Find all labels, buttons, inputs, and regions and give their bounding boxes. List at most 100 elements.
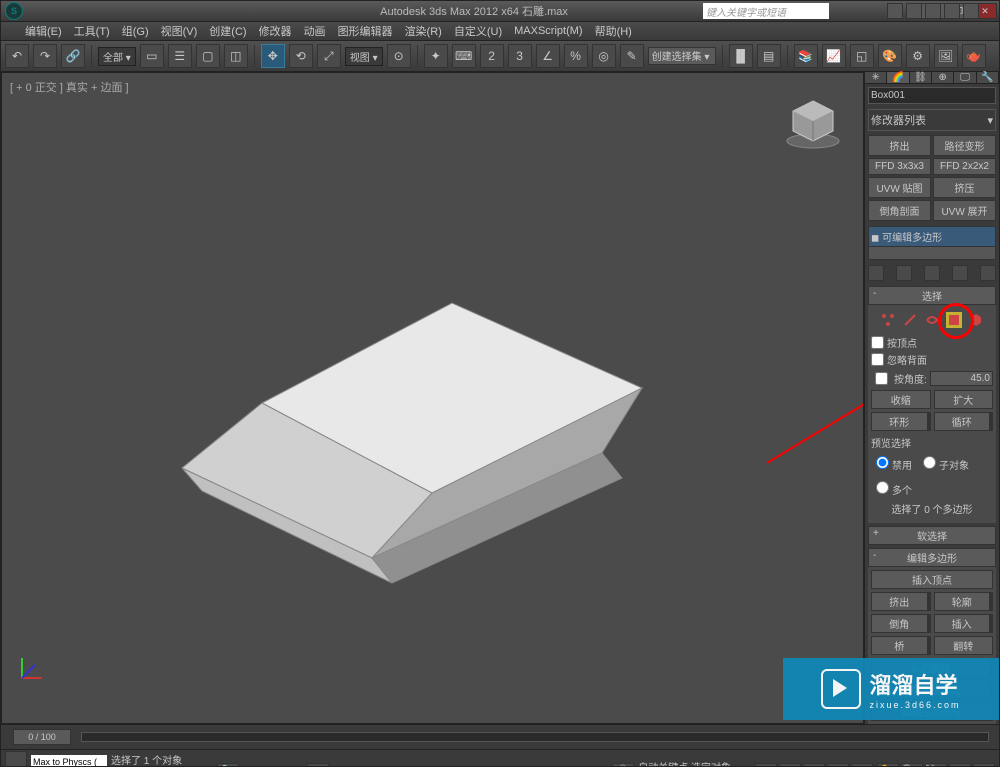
menu-animation[interactable]: 动画 xyxy=(304,23,326,39)
help2-icon[interactable] xyxy=(963,3,979,19)
select-region-button[interactable]: ▢ xyxy=(196,44,220,68)
manipulate-button[interactable]: ✦ xyxy=(424,44,448,68)
next-frame-icon[interactable]: ▶ xyxy=(827,763,849,767)
move-button[interactable]: ✥ xyxy=(261,44,285,68)
pctsnap-button[interactable]: % xyxy=(564,44,588,68)
selection-filter-dropdown[interactable]: 全部 ▾ xyxy=(98,47,136,66)
insert-vertex-button[interactable]: 插入顶点 xyxy=(871,570,993,589)
menu-customize[interactable]: 自定义(U) xyxy=(454,23,502,39)
prev-frame-icon[interactable]: ◀ xyxy=(779,763,801,767)
grow-button[interactable]: 扩大 xyxy=(934,390,994,409)
bridge-button[interactable]: 桥 xyxy=(871,636,931,655)
window-crossing-button[interactable]: ◫ xyxy=(224,44,248,68)
box-object[interactable] xyxy=(172,293,652,613)
extrude-button[interactable]: 挤出 xyxy=(871,592,931,611)
pan-icon[interactable]: ✋ xyxy=(877,763,899,767)
mirror-button[interactable]: ▐▌ xyxy=(729,44,753,68)
curve-editor-button[interactable]: 📈 xyxy=(822,44,846,68)
utilities-tab[interactable]: 🔧 xyxy=(977,72,999,83)
inset-button[interactable]: 插入 xyxy=(934,614,994,633)
menu-grapheditors[interactable]: 图形编辑器 xyxy=(338,23,393,39)
help-icon[interactable] xyxy=(887,3,903,19)
schematic-button[interactable]: ◱ xyxy=(850,44,874,68)
align-button[interactable]: ▤ xyxy=(757,44,781,68)
mod-uvwmap[interactable]: UVW 贴图 xyxy=(868,177,931,198)
render-setup-button[interactable]: ⚙ xyxy=(906,44,930,68)
anglesnap-button[interactable]: ∠ xyxy=(536,44,560,68)
exchange-icon[interactable] xyxy=(944,3,960,19)
menu-rendering[interactable]: 渲染(R) xyxy=(405,23,442,39)
shrink-button[interactable]: 收缩 xyxy=(871,390,931,409)
hierarchy-tab[interactable]: ⛓ xyxy=(910,72,932,83)
isolate-icon[interactable] xyxy=(307,763,329,767)
mod-ffd222[interactable]: FFD 2x2x2 xyxy=(933,158,996,175)
maxscript-listener[interactable]: Max to Physcs ( xyxy=(31,755,107,767)
pivot-button[interactable]: ⊙ xyxy=(387,44,411,68)
viewport[interactable]: [ + 0 正交 ] 真实 + 边面 ] xyxy=(1,72,864,724)
time-slider-handle[interactable]: 0 / 100 xyxy=(13,729,71,745)
ignore-backface-checkbox[interactable] xyxy=(871,353,884,366)
viewcube-icon[interactable] xyxy=(783,93,843,153)
goto-end-icon[interactable]: ⏭ xyxy=(851,763,873,767)
menu-edit[interactable]: 编辑(E) xyxy=(25,23,62,39)
signin-icon[interactable] xyxy=(925,3,941,19)
disable-radio[interactable] xyxy=(876,456,889,469)
menu-maxscript[interactable]: MAXScript(M) xyxy=(514,25,582,37)
angle-spinner[interactable]: 45.0 xyxy=(930,371,993,386)
ring-button[interactable]: 环形 xyxy=(871,412,931,431)
quick-render-button[interactable]: 🫖 xyxy=(962,44,986,68)
lock-selection-icon[interactable]: 🔒 xyxy=(217,763,239,767)
menu-help[interactable]: 帮助(H) xyxy=(595,23,632,39)
time-slider[interactable]: 0 / 100 xyxy=(1,724,999,749)
keyboard-button[interactable]: ⌨ xyxy=(452,44,476,68)
edit-named-sel-button[interactable]: ✎ xyxy=(620,44,644,68)
select-button[interactable]: ▭ xyxy=(140,44,164,68)
play-icon[interactable]: ▶ xyxy=(803,763,825,767)
menu-views[interactable]: 视图(V) xyxy=(161,23,198,39)
viewport-label[interactable]: [ + 0 正交 ] 真实 + 边面 ] xyxy=(10,79,129,95)
mod-pathdeform[interactable]: 路径变形 xyxy=(933,135,996,156)
spinnersnap-button[interactable]: ◎ xyxy=(592,44,616,68)
rollout-editpoly[interactable]: 编辑多边形 xyxy=(868,548,996,567)
modify-tab[interactable]: 🌈 xyxy=(887,72,909,83)
pin-stack-icon[interactable] xyxy=(868,265,884,281)
mod-uvwunwrap[interactable]: UVW 展开 xyxy=(933,200,996,221)
rollout-selection[interactable]: 选择 xyxy=(868,286,996,305)
render-frame-button[interactable]: 🖼 xyxy=(934,44,958,68)
rollout-softsel[interactable]: 软选择 xyxy=(868,526,996,545)
by-angle-checkbox[interactable] xyxy=(875,372,888,385)
named-sel-input[interactable]: 创建选择集 ▾ xyxy=(648,47,716,65)
menu-modifiers[interactable]: 修改器 xyxy=(259,23,292,39)
modifier-stack[interactable]: ◼ 可编辑多边形 xyxy=(868,226,996,260)
remove-mod-icon[interactable] xyxy=(952,265,968,281)
unique-icon[interactable] xyxy=(924,265,940,281)
edge-subobj-icon[interactable] xyxy=(902,312,918,328)
snap3d-button[interactable]: 3 xyxy=(508,44,532,68)
snap2d-button[interactable]: 2 xyxy=(480,44,504,68)
material-editor-button[interactable]: 🎨 xyxy=(878,44,902,68)
key-mode-icon[interactable]: 🗝 xyxy=(612,763,634,767)
autokey-button[interactable]: 自动关键点 xyxy=(638,763,688,767)
menu-group[interactable]: 组(G) xyxy=(122,23,149,39)
multi-radio[interactable] xyxy=(876,481,889,494)
loop-button[interactable]: 循环 xyxy=(934,412,994,431)
selset-button[interactable]: 选定对象 xyxy=(691,763,731,767)
show-end-icon[interactable] xyxy=(896,265,912,281)
timeline-ticks[interactable] xyxy=(81,732,989,742)
mod-ffd333[interactable]: FFD 3x3x3 xyxy=(868,158,931,175)
search-input[interactable]: 键入关键字或短语 xyxy=(703,3,829,19)
subobj-radio[interactable] xyxy=(923,456,936,469)
mod-squeeze[interactable]: 挤压 xyxy=(933,177,996,198)
link-button[interactable]: 🔗 xyxy=(61,44,85,68)
menu-create[interactable]: 创建(C) xyxy=(209,23,246,39)
bevel-button[interactable]: 倒角 xyxy=(871,614,931,633)
zoom-extents-icon[interactable]: ⛶ xyxy=(925,763,947,767)
redo-button[interactable]: ↷ xyxy=(33,44,57,68)
motion-tab[interactable]: ⊕ xyxy=(932,72,954,83)
outline-button[interactable]: 轮廓 xyxy=(934,592,994,611)
scale-button[interactable]: ⤢ xyxy=(317,44,341,68)
undo-button[interactable]: ↶ xyxy=(5,44,29,68)
orbit-icon[interactable]: ⟳ xyxy=(949,763,971,767)
select-name-button[interactable]: ☰ xyxy=(168,44,192,68)
by-vertex-checkbox[interactable] xyxy=(871,336,884,349)
